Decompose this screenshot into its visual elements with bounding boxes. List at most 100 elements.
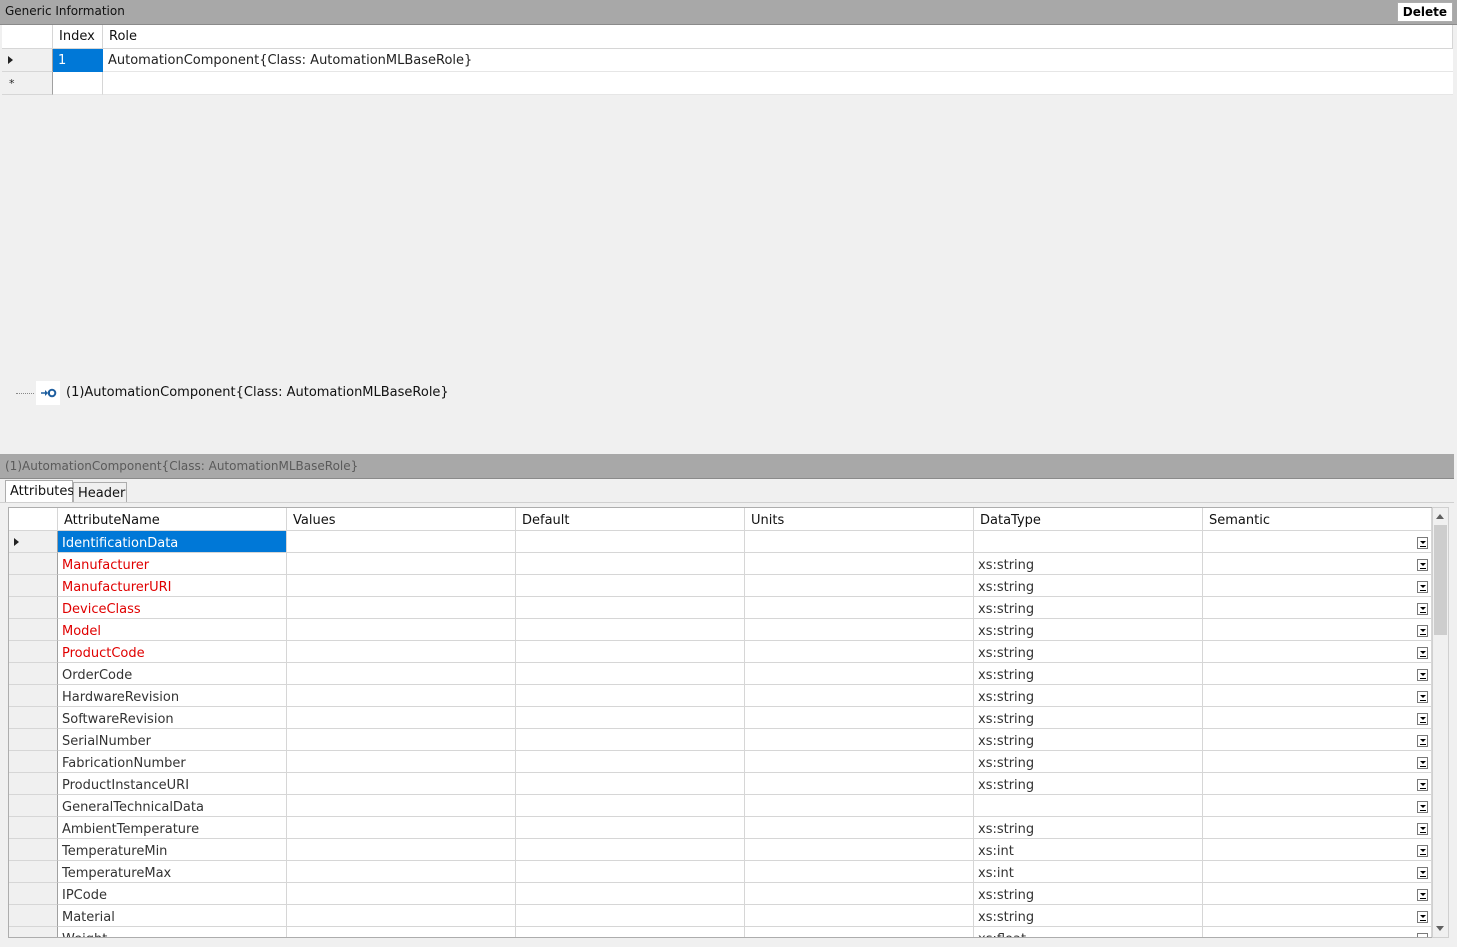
table-row[interactable]: IPCode xs:string (9, 883, 1432, 905)
attribute-name-cell[interactable]: Weight (58, 927, 287, 937)
datatype-cell[interactable]: xs:string (974, 773, 1203, 795)
values-cell[interactable] (287, 575, 516, 597)
dropdown-arrow-icon[interactable] (1417, 603, 1428, 615)
table-row[interactable]: HardwareRevision xs:string (9, 685, 1432, 707)
default-cell[interactable] (516, 729, 745, 751)
row-selector[interactable] (9, 663, 58, 685)
scroll-up-arrow-icon[interactable] (1433, 508, 1448, 524)
dropdown-arrow-icon[interactable] (1417, 713, 1428, 725)
default-cell[interactable] (516, 531, 745, 553)
attribute-name-cell[interactable]: ProductInstanceURI (58, 773, 287, 795)
dropdown-arrow-icon[interactable] (1417, 625, 1428, 637)
default-cell[interactable] (516, 707, 745, 729)
row-selector[interactable] (9, 553, 58, 575)
default-cell[interactable] (516, 663, 745, 685)
units-cell[interactable] (745, 553, 974, 575)
table-row[interactable]: Model xs:string (9, 619, 1432, 641)
datatype-cell[interactable]: xs:string (974, 641, 1203, 663)
row-selector[interactable] (2, 49, 53, 72)
table-row[interactable]: ProductCode xs:string (9, 641, 1432, 663)
datatype-cell[interactable]: xs:string (974, 685, 1203, 707)
semantic-cell[interactable] (1203, 707, 1432, 729)
attribute-name-cell[interactable]: Material (58, 905, 287, 927)
default-cell[interactable] (516, 773, 745, 795)
default-cell[interactable] (516, 905, 745, 927)
row-selector[interactable] (9, 817, 58, 839)
tree-node-label[interactable]: (1)AutomationComponent{Class: Automation… (66, 385, 449, 400)
default-cell[interactable] (516, 839, 745, 861)
values-cell[interactable] (287, 707, 516, 729)
table-row[interactable]: DeviceClass xs:string (9, 597, 1432, 619)
dropdown-arrow-icon[interactable] (1417, 867, 1428, 879)
semantic-cell[interactable] (1203, 685, 1432, 707)
semantic-cell[interactable] (1203, 575, 1432, 597)
semantic-cell[interactable] (1203, 773, 1432, 795)
dropdown-arrow-icon[interactable] (1417, 581, 1428, 593)
attribute-name-cell[interactable]: HardwareRevision (58, 685, 287, 707)
units-cell[interactable] (745, 905, 974, 927)
table-row[interactable]: OrderCode xs:string (9, 663, 1432, 685)
table-row[interactable]: ProductInstanceURI xs:string (9, 773, 1432, 795)
role-link-icon[interactable] (36, 381, 60, 405)
row-selector[interactable] (9, 905, 58, 927)
datatype-cell[interactable] (974, 795, 1203, 817)
values-cell[interactable] (287, 553, 516, 575)
column-header-index[interactable]: Index (53, 25, 103, 48)
dropdown-arrow-icon[interactable] (1417, 933, 1428, 937)
table-row[interactable]: SoftwareRevision xs:string (9, 707, 1432, 729)
semantic-cell[interactable] (1203, 905, 1432, 927)
semantic-cell[interactable] (1203, 619, 1432, 641)
semantic-cell[interactable] (1203, 597, 1432, 619)
row-selector[interactable] (9, 597, 58, 619)
values-cell[interactable] (287, 641, 516, 663)
row-selector[interactable] (9, 729, 58, 751)
datatype-cell[interactable]: xs:string (974, 553, 1203, 575)
column-header-datatype[interactable]: DataType (974, 508, 1203, 530)
units-cell[interactable] (745, 663, 974, 685)
units-cell[interactable] (745, 641, 974, 663)
default-cell[interactable] (516, 619, 745, 641)
dropdown-arrow-icon[interactable] (1417, 647, 1428, 659)
attribute-name-cell[interactable]: DeviceClass (58, 597, 287, 619)
attribute-name-cell[interactable]: OrderCode (58, 663, 287, 685)
dropdown-arrow-icon[interactable] (1417, 757, 1428, 769)
values-cell[interactable] (287, 773, 516, 795)
values-cell[interactable] (287, 751, 516, 773)
datatype-cell[interactable]: xs:string (974, 729, 1203, 751)
dropdown-arrow-icon[interactable] (1417, 823, 1428, 835)
delete-button[interactable]: Delete (1396, 2, 1453, 22)
row-selector[interactable] (9, 531, 58, 553)
datatype-cell[interactable]: xs:string (974, 905, 1203, 927)
units-cell[interactable] (745, 729, 974, 751)
values-cell[interactable] (287, 729, 516, 751)
attribute-name-cell[interactable]: TemperatureMin (58, 839, 287, 861)
dropdown-arrow-icon[interactable] (1417, 889, 1428, 901)
datatype-cell[interactable]: xs:string (974, 817, 1203, 839)
datatype-cell[interactable]: xs:int (974, 839, 1203, 861)
datatype-cell[interactable]: xs:string (974, 707, 1203, 729)
semantic-cell[interactable] (1203, 553, 1432, 575)
semantic-cell[interactable] (1203, 861, 1432, 883)
semantic-cell[interactable] (1203, 795, 1432, 817)
index-cell[interactable]: 1 (53, 49, 103, 72)
values-cell[interactable] (287, 927, 516, 937)
semantic-cell[interactable] (1203, 663, 1432, 685)
row-selector[interactable] (9, 751, 58, 773)
default-cell[interactable] (516, 927, 745, 937)
units-cell[interactable] (745, 575, 974, 597)
datatype-cell[interactable]: xs:string (974, 883, 1203, 905)
row-selector[interactable] (9, 641, 58, 663)
attribute-name-cell[interactable]: AmbientTemperature (58, 817, 287, 839)
datatype-cell[interactable]: xs:string (974, 751, 1203, 773)
attributes-scrollbar[interactable] (1432, 507, 1449, 938)
attribute-name-cell[interactable]: TemperatureMax (58, 861, 287, 883)
units-cell[interactable] (745, 597, 974, 619)
attribute-name-cell[interactable]: ManufacturerURI (58, 575, 287, 597)
datatype-cell[interactable]: xs:string (974, 619, 1203, 641)
semantic-cell[interactable] (1203, 927, 1432, 937)
semantic-cell[interactable] (1203, 883, 1432, 905)
default-cell[interactable] (516, 817, 745, 839)
default-cell[interactable] (516, 883, 745, 905)
values-cell[interactable] (287, 531, 516, 553)
default-cell[interactable] (516, 553, 745, 575)
